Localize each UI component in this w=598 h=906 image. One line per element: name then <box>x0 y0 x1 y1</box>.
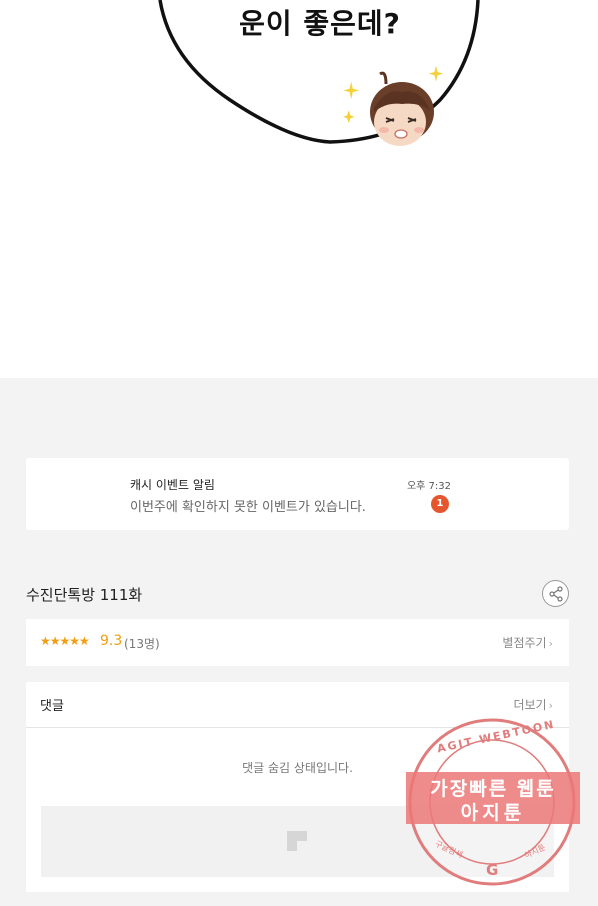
star-rating-icon: ★★★★★ <box>40 634 90 648</box>
notification-time: 오후 7:32 <box>406 481 451 492</box>
cash-event-notification[interactable]: 캐시 이벤트 알림 이번주에 확인하지 못한 이벤트가 있습니다. 오후 7:3… <box>26 458 569 530</box>
notification-title: 캐시 이벤트 알림 <box>130 478 215 492</box>
comic-panel: 운이 좋은데? <box>0 0 598 378</box>
ad-logo-icon <box>287 831 307 851</box>
comments-header: 댓글 더보기 › <box>26 682 569 728</box>
episode-footer: 캐시 이벤트 알림 이번주에 확인하지 못한 이벤트가 있습니다. 오후 7:3… <box>0 378 598 906</box>
comments-more-button[interactable]: 더보기 › <box>513 696 553 713</box>
episode-title: 수진단톡방 111화 <box>26 586 143 604</box>
rating-score: 9.3 <box>100 633 123 649</box>
chevron-right-icon: › <box>548 637 553 650</box>
speech-bubble-illustration <box>158 0 480 146</box>
notification-count-badge: 1 <box>431 495 449 513</box>
ad-placeholder[interactable] <box>41 806 554 877</box>
chevron-right-icon: › <box>548 699 553 712</box>
share-icon <box>549 586 563 602</box>
rating-bar: ★★★★★ 9.3 (13명) 별점주기 › <box>26 619 569 666</box>
share-button[interactable] <box>542 580 569 607</box>
speech-bubble-text: 운이 좋은데? <box>239 7 401 40</box>
rating-count: (13명) <box>124 637 160 651</box>
notification-body: 이번주에 확인하지 못한 이벤트가 있습니다. <box>130 500 366 515</box>
comments-label: 댓글 <box>40 699 64 714</box>
comments-hidden-message: 댓글 숨김 상태입니다. <box>242 761 353 775</box>
rate-button-label: 별점주기 <box>502 636 547 650</box>
comments-panel: 댓글 더보기 › 댓글 숨김 상태입니다. <box>26 682 569 892</box>
comments-more-label: 더보기 <box>513 698 547 712</box>
rate-button[interactable]: 별점주기 › <box>502 634 553 651</box>
